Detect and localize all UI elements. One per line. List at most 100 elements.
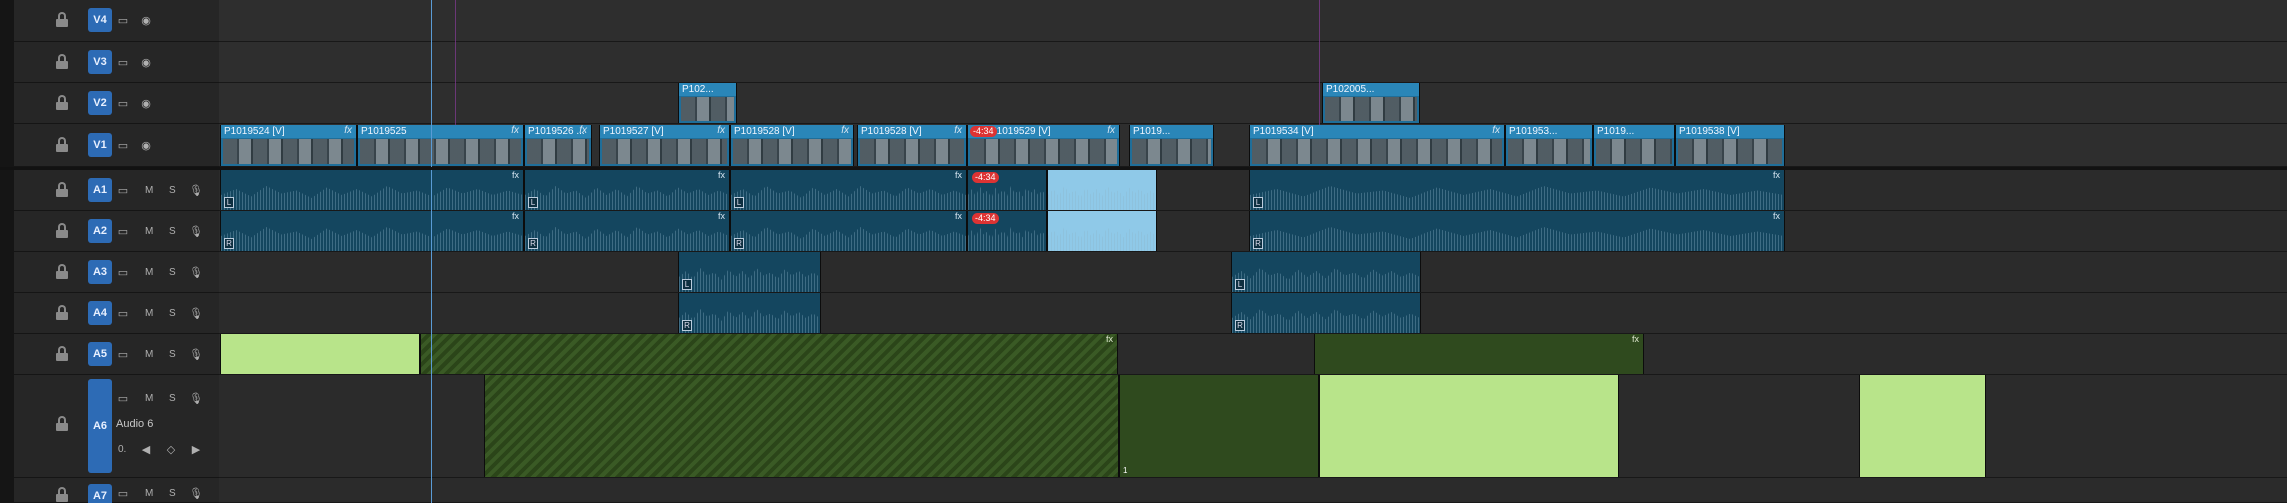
solo-button[interactable]: S (169, 349, 176, 360)
solo-button[interactable]: S (169, 308, 176, 319)
clip-v2[interactable]: P102... (678, 83, 737, 123)
microphone-icon[interactable]: 🎙 (189, 185, 203, 197)
lane-v4[interactable] (219, 0, 2287, 42)
clip-v1[interactable]: P1019526 ... fx (524, 125, 592, 166)
clip-a1[interactable]: fx L (730, 170, 967, 210)
clip-v1[interactable]: P1019529 [V] fx -4:34 (967, 125, 1120, 166)
playhead[interactable] (431, 0, 432, 503)
track-target-a3[interactable]: A3 (88, 260, 112, 284)
clip-a1[interactable]: fx L (524, 170, 730, 210)
track-target-v2[interactable]: V2 (88, 91, 112, 115)
fx-badge[interactable]: fx (718, 170, 725, 180)
film-icon[interactable]: ▭ (116, 15, 130, 27)
fx-badge[interactable]: fx (511, 125, 519, 136)
clip-a2[interactable]: fx R (730, 211, 967, 251)
eye-icon[interactable]: ◉ (139, 15, 153, 27)
microphone-icon[interactable]: 🎙 (189, 226, 203, 238)
clip-a2[interactable]: fx R (220, 211, 524, 251)
film-icon[interactable]: ▭ (116, 140, 130, 152)
clip-a1[interactable]: -4:34 (967, 170, 1047, 210)
film-icon[interactable]: ▭ (116, 98, 130, 110)
track-target-v3[interactable]: V3 (88, 50, 112, 74)
clip-a6[interactable] (1319, 375, 1619, 477)
eye-icon[interactable]: ◉ (139, 140, 153, 152)
lock-icon[interactable] (56, 305, 68, 320)
microphone-icon[interactable]: 🎙 (189, 393, 203, 405)
film-icon[interactable]: ▭ (116, 308, 130, 320)
lock-icon[interactable] (56, 223, 68, 238)
track-target-a1[interactable]: A1 (88, 178, 112, 202)
film-icon[interactable]: ▭ (116, 57, 130, 69)
track-target-a2[interactable]: A2 (88, 219, 112, 243)
clip-a1-selected[interactable] (1047, 170, 1157, 210)
clip-v1[interactable]: P1019534 [V] fx (1249, 125, 1505, 166)
clip-v2[interactable]: P102005... (1322, 83, 1420, 123)
timeline-tracks[interactable]: P102... P102005... P1019524 [V] fx P1019… (219, 0, 2287, 503)
fx-badge[interactable]: fx (579, 125, 587, 136)
track-target-v1[interactable]: V1 (88, 133, 112, 157)
lock-icon[interactable] (56, 487, 68, 502)
fx-badge[interactable]: fx (1773, 211, 1780, 221)
fx-badge[interactable]: fx (955, 170, 962, 180)
microphone-icon[interactable]: 🎙 (189, 267, 203, 279)
mute-button[interactable]: M (145, 393, 153, 404)
track-target-a6[interactable]: A6 (88, 379, 112, 473)
fx-badge[interactable]: fx (512, 170, 519, 180)
clip-a3[interactable]: L (678, 252, 821, 292)
track-target-a4[interactable]: A4 (88, 301, 112, 325)
lock-icon[interactable] (56, 182, 68, 197)
lock-icon[interactable] (56, 137, 68, 152)
fx-badge[interactable]: fx (841, 125, 849, 136)
mute-button[interactable]: M (145, 308, 153, 319)
lane-v2[interactable] (219, 83, 2287, 124)
film-icon[interactable]: ▭ (116, 185, 130, 197)
clip-a6[interactable] (484, 375, 1119, 477)
microphone-icon[interactable]: 🎙 (189, 488, 203, 500)
track-target-a5[interactable]: A5 (88, 342, 112, 366)
clip-a2[interactable]: fx R (524, 211, 730, 251)
film-icon[interactable]: ▭ (116, 393, 130, 405)
lane-a7[interactable] (219, 478, 2287, 503)
solo-button[interactable]: S (169, 488, 176, 499)
lock-icon[interactable] (56, 416, 68, 431)
solo-button[interactable]: S (169, 185, 176, 196)
clip-v1[interactable]: P1019538 [V] (1675, 125, 1785, 166)
lock-icon[interactable] (56, 12, 68, 27)
lock-icon[interactable] (56, 54, 68, 69)
film-icon[interactable]: ▭ (116, 349, 130, 361)
track-target-v4[interactable]: V4 (88, 8, 112, 32)
fx-badge[interactable]: fx (1107, 125, 1115, 136)
keyframe-add-icon[interactable]: ◇ (164, 444, 178, 456)
fx-badge[interactable]: fx (344, 125, 352, 136)
mute-button[interactable]: M (145, 488, 153, 499)
keyframe-prev-icon[interactable]: ◀ (139, 444, 153, 456)
lock-icon[interactable] (56, 264, 68, 279)
microphone-icon[interactable]: 🎙 (189, 349, 203, 361)
solo-button[interactable]: S (169, 393, 176, 404)
eye-icon[interactable]: ◉ (139, 98, 153, 110)
fx-badge[interactable]: fx (1492, 125, 1500, 136)
fx-badge[interactable]: fx (1632, 334, 1639, 344)
clip-a4[interactable]: R (678, 293, 821, 333)
fx-badge[interactable]: fx (1106, 334, 1113, 344)
clip-a2-selected[interactable] (1047, 211, 1157, 251)
film-icon[interactable]: ▭ (116, 267, 130, 279)
clip-a1[interactable]: fx L (1249, 170, 1785, 210)
clip-a4[interactable]: R (1231, 293, 1421, 333)
track-target-a7[interactable]: A7 (88, 484, 112, 503)
volume-value[interactable]: 0. (118, 444, 126, 455)
fx-badge[interactable]: fx (1773, 170, 1780, 180)
fx-badge[interactable]: fx (512, 211, 519, 221)
clip-v1[interactable]: P1019524 [V] fx (220, 125, 357, 166)
fx-badge[interactable]: fx (954, 125, 962, 136)
film-icon[interactable]: ▭ (116, 488, 130, 500)
clip-a3[interactable]: L (1231, 252, 1421, 292)
clip-a6[interactable] (1859, 375, 1986, 477)
solo-button[interactable]: S (169, 226, 176, 237)
clip-v1[interactable]: P1019527 [V] fx (599, 125, 730, 166)
clip-a2[interactable]: -4:34 (967, 211, 1047, 251)
clip-a5[interactable]: fx (420, 334, 1118, 374)
eye-icon[interactable]: ◉ (139, 57, 153, 69)
clip-a5[interactable]: fx (1314, 334, 1644, 374)
mute-button[interactable]: M (145, 349, 153, 360)
